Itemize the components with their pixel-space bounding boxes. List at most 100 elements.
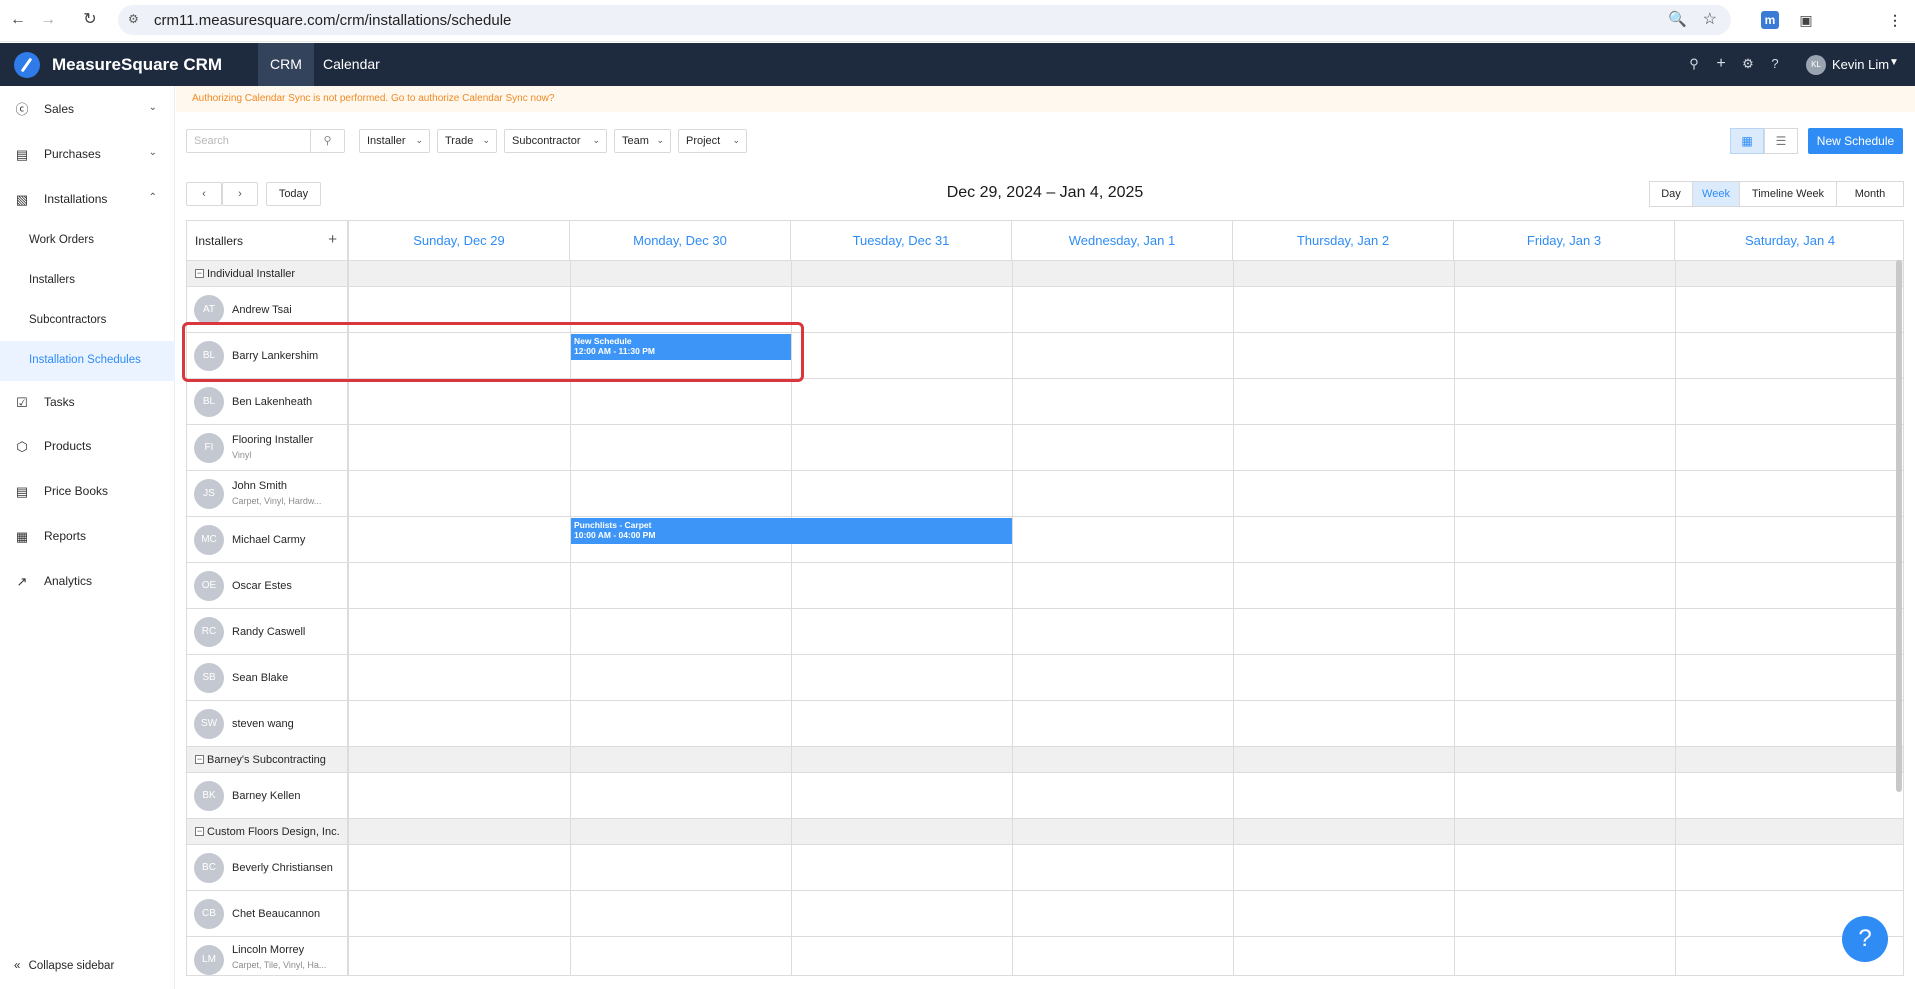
avatar: SB (194, 663, 224, 693)
add-icon[interactable]: + (1713, 56, 1729, 72)
sidebar-item-reports[interactable]: ▦ Reports (0, 518, 175, 556)
installer-row[interactable]: BK Barney Kellen (187, 773, 1903, 819)
gear-icon[interactable]: ⚙ (1740, 56, 1756, 72)
group-name: Custom Floors Design, Inc. (207, 826, 340, 838)
calendar-sync-banner[interactable]: Authorizing Calendar Sync is not perform… (176, 86, 1915, 112)
reload-icon[interactable]: ↻ (80, 10, 100, 30)
sidebar-item-label: Purchases (44, 147, 101, 161)
measuresquare-extension-icon[interactable]: m (1761, 11, 1779, 29)
extensions-puzzle-icon[interactable]: ▣ (1795, 9, 1817, 31)
search-input[interactable] (187, 130, 309, 152)
installer-name: John Smith (232, 480, 288, 492)
sidebar-item-installation-schedules[interactable]: Installation Schedules (0, 341, 175, 381)
filter-label: Team (622, 135, 649, 147)
today-button[interactable]: Today (266, 182, 321, 206)
filter-project[interactable]: Project ⌄ (678, 129, 747, 153)
installer-row[interactable]: OE Oscar Estes (187, 563, 1903, 609)
schedule-event[interactable]: Punchlists - Carpet 10:00 AM - 04:00 PM (571, 518, 1012, 544)
chevron-right-icon: › (238, 188, 242, 200)
chevron-down-icon[interactable]: ▼ (1889, 57, 1899, 68)
installer-row[interactable]: RC Randy Caswell (187, 609, 1903, 655)
sidebar-item-purchases[interactable]: ▤ Purchases ⌄ (0, 136, 175, 174)
installer-row[interactable]: BC Beverly Christiansen (187, 845, 1903, 891)
installer-row[interactable]: MC Michael Carmy (187, 517, 1903, 563)
installer-row[interactable]: FI Flooring Installer Vinyl (187, 425, 1903, 471)
sidebar-item-sales[interactable]: ⓒ Sales ⌄ (0, 91, 175, 129)
day-header[interactable]: Saturday, Jan 4 (1675, 221, 1903, 261)
list-view-toggle[interactable]: ☰ (1764, 128, 1798, 154)
day-header[interactable]: Tuesday, Dec 31 (791, 221, 1012, 261)
vertical-scrollbar[interactable] (1896, 260, 1902, 792)
user-avatar[interactable]: KL (1806, 55, 1826, 75)
installer-row[interactable]: JS John Smith Carpet, Vinyl, Hardw... (187, 471, 1903, 517)
back-icon[interactable]: ← (8, 10, 28, 30)
installer-row[interactable]: CB Chet Beaucannon (187, 891, 1903, 937)
sidebar-item-label: Reports (44, 529, 87, 543)
installer-row[interactable]: BL Ben Lakenheath (187, 379, 1903, 425)
sidebar-item-tasks[interactable]: ☑ Tasks (0, 384, 175, 422)
purchase-icon: ▤ (15, 147, 29, 162)
prev-week-button[interactable]: ‹ (186, 182, 222, 206)
installer-name: Barney Kellen (232, 790, 301, 802)
add-installer-icon[interactable]: + (328, 231, 337, 248)
collapse-sidebar-button[interactable]: « Collapse sidebar (14, 960, 114, 972)
sidebar-item-subcontractors[interactable]: Subcontractors (0, 301, 175, 341)
avatar: CB (194, 899, 224, 929)
tab-crm[interactable]: CRM (258, 43, 314, 86)
day-header[interactable]: Friday, Jan 3 (1454, 221, 1675, 261)
group-row[interactable]: − Barney's Subcontracting (187, 747, 1903, 773)
sidebar-item-price-books[interactable]: ▤ Price Books (0, 473, 175, 511)
mode-day-button[interactable]: Day (1649, 181, 1693, 207)
site-info-icon[interactable]: ⚙ (128, 12, 144, 28)
filter-team[interactable]: Team ⌄ (614, 129, 671, 153)
sidebar-item-label: Price Books (44, 484, 109, 498)
new-schedule-button[interactable]: New Schedule (1808, 128, 1903, 154)
day-header[interactable]: Thursday, Jan 2 (1233, 221, 1454, 261)
filter-installer[interactable]: Installer ⌄ (359, 129, 430, 153)
collapse-group-icon[interactable]: − (195, 827, 204, 836)
collapse-group-icon[interactable]: − (195, 269, 204, 278)
sidebar-item-label: Sales (44, 102, 75, 116)
sidebar-item-products[interactable]: ⬡ Products (0, 428, 175, 466)
installer-row[interactable]: LM Lincoln Morrey Carpet, Tile, Vinyl, H… (187, 937, 1903, 975)
forward-icon[interactable]: → (38, 10, 58, 30)
filter-trade[interactable]: Trade ⌄ (437, 129, 497, 153)
help-circle-icon[interactable]: ? (1767, 56, 1783, 72)
avatar: BK (194, 781, 224, 811)
sidebar-item-analytics[interactable]: ↗ Analytics (0, 563, 175, 601)
installer-trade: Vinyl (232, 450, 252, 460)
browser-menu-icon[interactable]: ⋮ (1884, 9, 1906, 31)
search-icon[interactable]: ⚲ (1686, 56, 1702, 72)
search-icon[interactable]: ⚲ (310, 130, 344, 152)
mode-week-button[interactable]: Week (1692, 181, 1740, 207)
user-name[interactable]: Kevin Lim (1832, 57, 1889, 72)
sidebar-item-installations[interactable]: ▧ Installations ⌃ (0, 181, 175, 219)
event-time: 10:00 AM - 04:00 PM (574, 530, 656, 540)
help-button[interactable]: ? (1842, 916, 1888, 962)
avatar: RC (194, 617, 224, 647)
mode-timeline-week-button[interactable]: Timeline Week (1739, 181, 1837, 207)
calendar-view-toggle[interactable]: ▦ (1730, 128, 1764, 154)
sidebar-item-work-orders[interactable]: Work Orders (0, 221, 175, 261)
day-header[interactable]: Sunday, Dec 29 (349, 221, 570, 261)
url-text[interactable]: crm11.measuresquare.com/crm/installation… (154, 12, 511, 29)
next-week-button[interactable]: › (222, 182, 258, 206)
sidebar-subitem-label: Subcontractors (29, 314, 107, 326)
group-row[interactable]: − Custom Floors Design, Inc. (187, 819, 1903, 845)
mode-month-button[interactable]: Month (1836, 181, 1904, 207)
bookmark-star-icon[interactable]: ☆ (1703, 9, 1717, 29)
installer-row[interactable]: SB Sean Blake (187, 655, 1903, 701)
sidebar-item-installers[interactable]: Installers (0, 261, 175, 301)
filter-label: Project (686, 135, 721, 147)
collapse-group-icon[interactable]: − (195, 755, 204, 764)
calendar-sync-banner-text[interactable]: Authorizing Calendar Sync is not perform… (192, 93, 554, 104)
installer-row[interactable]: SW steven wang (187, 701, 1903, 747)
box-icon: ⬡ (16, 439, 28, 454)
zoom-icon[interactable]: 🔍 (1668, 10, 1687, 28)
filter-subcontractor[interactable]: Subcontractor ⌄ (504, 129, 607, 153)
group-row[interactable]: − Individual Installer (187, 261, 1903, 287)
day-header[interactable]: Monday, Dec 30 (570, 221, 791, 261)
address-bar[interactable]: ⚙ crm11.measuresquare.com/crm/installati… (118, 5, 1731, 35)
day-header[interactable]: Wednesday, Jan 1 (1012, 221, 1233, 261)
tab-calendar[interactable]: Calendar (311, 43, 392, 86)
